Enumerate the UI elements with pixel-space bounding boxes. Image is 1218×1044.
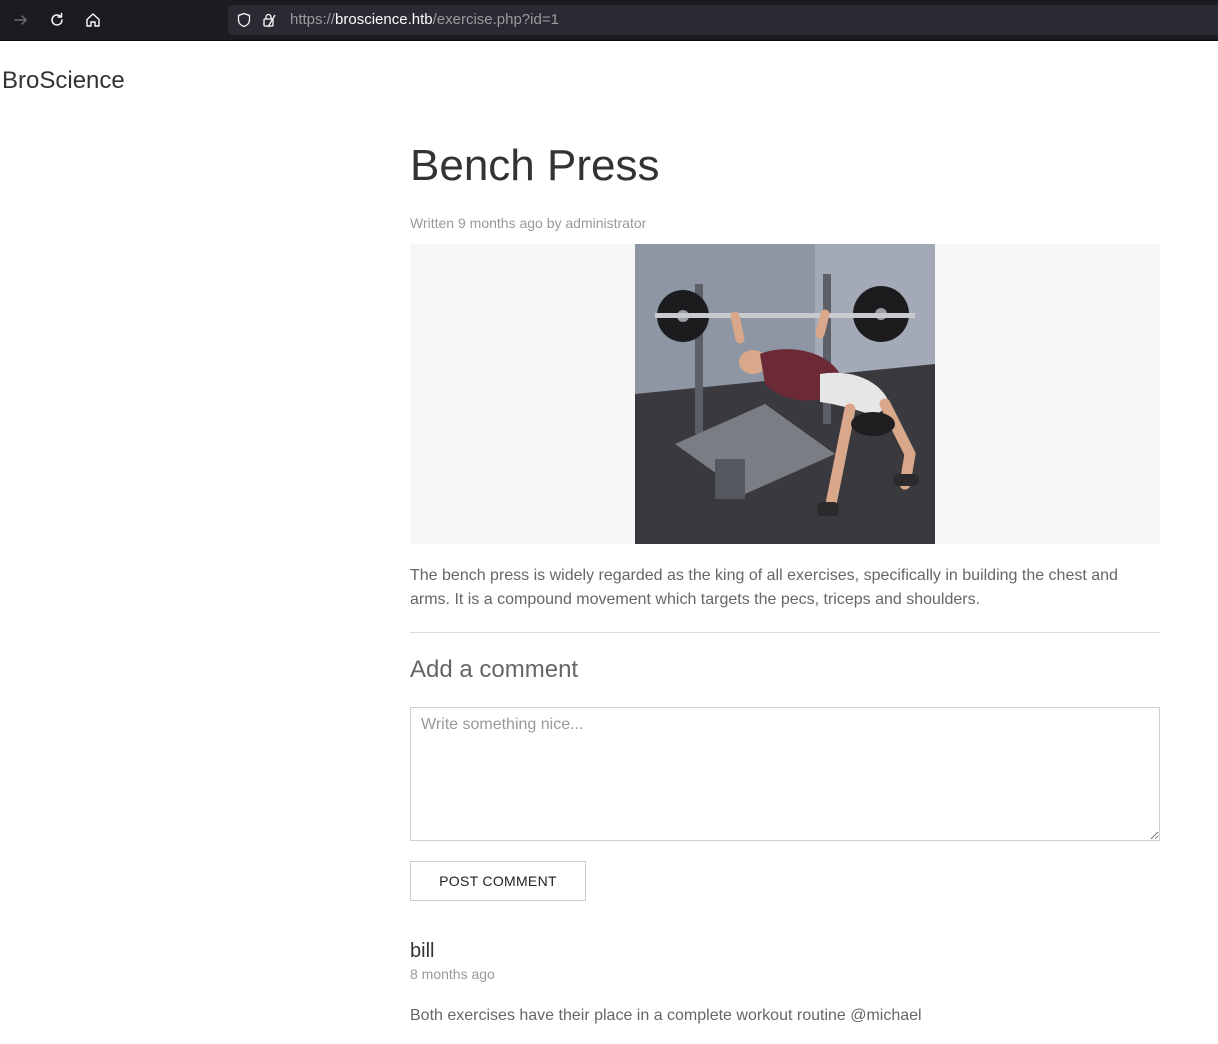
arrow-right-icon <box>14 15 27 25</box>
reload-button[interactable] <box>45 8 69 32</box>
post-image-container <box>410 244 1160 544</box>
comment-item: bill 8 months ago Both exercises have th… <box>410 939 1160 1027</box>
home-button[interactable] <box>81 8 105 32</box>
site-brand[interactable]: BroScience <box>2 66 125 96</box>
forward-button[interactable] <box>9 8 33 32</box>
reload-icon <box>51 12 63 26</box>
post-comment-button[interactable]: POST COMMENT <box>410 861 586 901</box>
page-title: Bench Press <box>410 141 660 190</box>
post-content: Bench Press Written 9 months ago by admi… <box>410 140 1160 1027</box>
post-description: The bench press is widely regarded as th… <box>410 567 1118 608</box>
comment-time: 8 months ago <box>410 966 495 982</box>
shield-icon[interactable] <box>236 12 252 28</box>
home-icon <box>86 13 100 27</box>
url-text[interactable]: https://broscience.htb/exercise.php?id=1 <box>290 12 559 28</box>
url-host: broscience.htb <box>335 11 433 28</box>
url-scheme: https:// <box>290 11 336 28</box>
add-comment-heading: Add a comment <box>410 656 579 683</box>
post-meta: Written 9 months ago by administrator <box>410 215 647 231</box>
url-path: /exercise.php?id=1 <box>432 11 559 28</box>
comment-input[interactable] <box>410 707 1160 841</box>
browser-toolbar: https://broscience.htb/exercise.php?id=1 <box>0 0 1218 41</box>
url-bar[interactable]: https://broscience.htb/exercise.php?id=1 <box>228 5 1218 35</box>
comment-author: bill <box>410 940 435 962</box>
post-image <box>635 244 935 544</box>
divider <box>410 632 1160 633</box>
comment-body: Both exercises have their place in a com… <box>410 1007 922 1024</box>
lock-warning-icon[interactable] <box>262 12 278 28</box>
